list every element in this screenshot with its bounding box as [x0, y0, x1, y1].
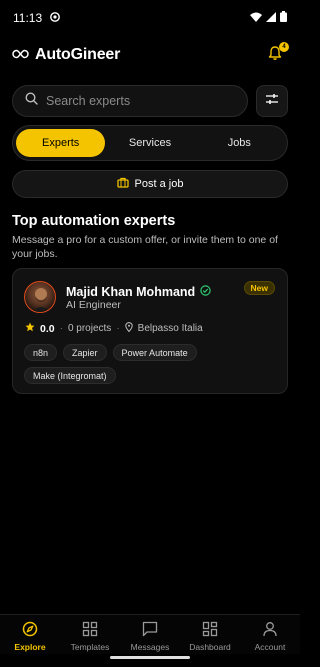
avatar — [24, 281, 56, 313]
brand: AutoGineer — [12, 46, 120, 64]
bottom-nav: Explore Templates Messages Dashboard Acc… — [0, 614, 300, 654]
tab-experts[interactable]: Experts — [16, 129, 106, 157]
dashboard-icon — [202, 621, 218, 639]
search-icon — [25, 92, 38, 110]
search-input[interactable] — [46, 94, 235, 108]
status-time: 11:13 — [13, 11, 43, 25]
filter-button[interactable] — [256, 85, 288, 117]
nav-account[interactable]: Account — [240, 615, 300, 654]
logo-icon — [12, 46, 29, 64]
search-row — [12, 85, 288, 117]
app-header: AutoGineer 4 — [0, 40, 300, 70]
expert-meta: 0.0 · 0 projects · Belpasso Italia — [25, 322, 203, 335]
chat-icon — [142, 621, 158, 639]
nav-templates[interactable]: Templates — [60, 615, 120, 654]
post-job-button[interactable]: Post a job — [12, 170, 288, 198]
nav-label: Messages — [130, 642, 170, 652]
notification-badge: 4 — [279, 42, 289, 52]
expert-name: Majid Khan Mohmand — [66, 285, 196, 299]
skill-chip: Zapier — [63, 344, 107, 361]
skill-chips: n8n Zapier Power Automate Make (Integrom… — [24, 344, 280, 384]
expert-rating: 0.0 — [40, 322, 55, 335]
tab-services[interactable]: Services — [105, 129, 194, 157]
expert-projects: 0 projects — [67, 323, 112, 334]
briefcase-icon — [116, 177, 129, 191]
app-notification-icon — [50, 11, 61, 25]
nav-label: Templates — [70, 642, 110, 652]
new-badge: New — [243, 281, 275, 295]
section-subtitle: Message a pro for a custom offer, or inv… — [12, 234, 278, 260]
separator-dot: · — [116, 323, 120, 334]
home-indicator[interactable] — [110, 656, 190, 659]
status-bar: 11:13 — [0, 0, 300, 36]
expert-location: Belpasso Italia — [137, 323, 203, 334]
nav-messages[interactable]: Messages — [120, 615, 180, 654]
battery-icon — [280, 9, 287, 27]
nav-explore[interactable]: Explore — [0, 615, 60, 654]
nav-label: Explore — [14, 642, 46, 652]
verified-icon — [200, 283, 211, 301]
nav-label: Dashboard — [189, 642, 231, 652]
separator-dot: · — [59, 323, 63, 334]
skill-chip: Make (Integromat) — [24, 367, 116, 384]
sliders-icon — [265, 92, 279, 110]
wifi-icon — [250, 9, 262, 27]
section-title: Top automation experts — [12, 213, 176, 229]
skill-chip: n8n — [24, 344, 58, 361]
skill-chip: Power Automate — [112, 344, 197, 361]
star-icon — [25, 322, 35, 335]
nav-label: Account — [254, 642, 286, 652]
grid-icon — [82, 621, 98, 639]
expert-card[interactable]: Majid Khan Mohmand AI Engineer New 0.0 ·… — [12, 268, 288, 394]
nav-dashboard[interactable]: Dashboard — [180, 615, 240, 654]
signal-icon — [266, 9, 276, 27]
post-job-label: Post a job — [134, 178, 184, 190]
expert-role: AI Engineer — [66, 299, 121, 311]
location-pin-icon — [124, 322, 133, 335]
person-icon — [262, 621, 278, 639]
segment-tabs: Experts Services Jobs — [12, 125, 288, 161]
search-box — [12, 85, 248, 117]
compass-icon — [22, 621, 38, 639]
tab-jobs[interactable]: Jobs — [195, 129, 284, 157]
notifications-button[interactable]: 4 — [263, 42, 289, 67]
app-name: AutoGineer — [35, 46, 121, 63]
